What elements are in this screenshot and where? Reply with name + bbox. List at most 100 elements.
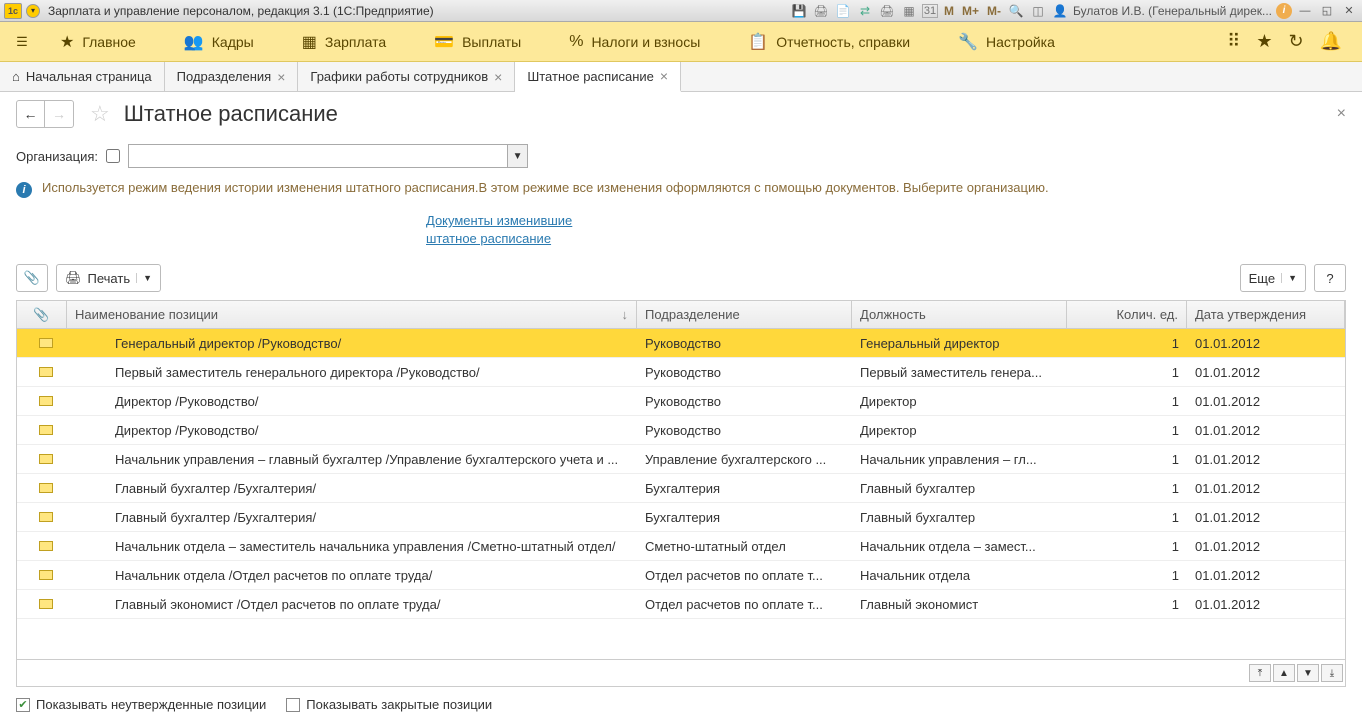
cell-dept: Руководство — [637, 365, 852, 380]
titlebar-dropdown-icon[interactable]: ▾ — [26, 4, 40, 18]
menu-taxes[interactable]: % Налоги и взносы — [545, 33, 724, 51]
org-select[interactable]: ▼ — [128, 144, 528, 168]
cell-qty: 1 — [1067, 423, 1187, 438]
menu-settings[interactable]: 🔧 Настройка — [934, 32, 1079, 52]
table-icon: ▦ — [302, 32, 317, 52]
more-button[interactable]: Еще ▼ — [1240, 264, 1306, 292]
cell-date: 01.01.2012 — [1187, 597, 1345, 612]
col-date-header[interactable]: Дата утверждения — [1187, 301, 1345, 328]
apps-grid-icon[interactable]: ⠿ — [1227, 31, 1240, 52]
close-icon[interactable]: × — [277, 69, 285, 85]
cell-dept: Отдел расчетов по оплате т... — [637, 568, 852, 583]
compare-icon[interactable]: ⇄ — [856, 3, 874, 19]
nav-down-button[interactable]: ▼ — [1297, 664, 1319, 682]
org-input[interactable] — [129, 145, 507, 167]
nav-forward-button[interactable]: → — [45, 101, 73, 127]
history-icon[interactable]: ↻ — [1288, 31, 1303, 52]
favorite-star-icon[interactable]: ★ — [1256, 31, 1272, 52]
toolbar: 📎 🖨 Печать ▼ Еще ▼ ? — [16, 264, 1346, 292]
nav-up-button[interactable]: ▲ — [1273, 664, 1295, 682]
table-row[interactable]: Начальник отдела – заместитель начальник… — [17, 532, 1345, 561]
m-button[interactable]: M — [942, 4, 956, 18]
col-name-header[interactable]: Наименование позиции — [67, 301, 637, 328]
tab-staffing[interactable]: Штатное расписание × — [515, 62, 681, 92]
col-dept-header[interactable]: Подразделение — [637, 301, 852, 328]
data-table: 📎 Наименование позиции Подразделение Дол… — [16, 300, 1346, 687]
print-icon[interactable]: 🖨 — [812, 3, 830, 19]
save-icon[interactable]: 💾 — [790, 3, 808, 19]
table-header: 📎 Наименование позиции Подразделение Дол… — [17, 301, 1345, 329]
panels-icon[interactable]: ◫ — [1029, 3, 1047, 19]
close-page-button[interactable]: × — [1337, 105, 1346, 123]
user-name[interactable]: Булатов И.В. (Генеральный дирек... — [1073, 4, 1272, 18]
print-label: Печать — [88, 271, 131, 286]
table-row[interactable]: Генеральный директор /Руководство/ Руков… — [17, 329, 1345, 358]
col-pos-header[interactable]: Должность — [852, 301, 1067, 328]
calendar-icon[interactable]: 31 — [922, 4, 938, 18]
minimize-button[interactable]: — — [1296, 3, 1314, 19]
m-minus-button[interactable]: M- — [985, 4, 1003, 18]
cell-qty: 1 — [1067, 597, 1187, 612]
show-closed-check[interactable]: Показывать закрытые позиции — [286, 697, 492, 712]
show-closed-label: Показывать закрытые позиции — [306, 697, 492, 712]
chevron-down-icon[interactable]: ▼ — [507, 145, 527, 167]
table-body[interactable]: Генеральный директор /Руководство/ Руков… — [17, 329, 1345, 659]
zoom-icon[interactable]: 🔍 — [1007, 3, 1025, 19]
home-icon: ⌂ — [12, 69, 20, 84]
table-row[interactable]: Директор /Руководство/ Руководство Дирек… — [17, 387, 1345, 416]
col-qty-header[interactable]: Колич. ед. — [1067, 301, 1187, 328]
hamburger-menu-icon[interactable]: ☰ — [8, 28, 36, 56]
cell-pos: Первый заместитель генера... — [852, 365, 1067, 380]
docs-link-line2[interactable]: штатное расписание — [426, 231, 551, 246]
table-row[interactable]: Начальник управления – главный бухгалтер… — [17, 445, 1345, 474]
close-icon[interactable]: × — [494, 69, 502, 85]
cell-date: 01.01.2012 — [1187, 394, 1345, 409]
print-button[interactable]: 🖨 Печать ▼ — [56, 264, 161, 292]
attach-button[interactable]: 📎 — [16, 264, 48, 292]
grid-icon[interactable]: ▦ — [900, 3, 918, 19]
org-checkbox[interactable] — [106, 149, 120, 163]
table-row[interactable]: Директор /Руководство/ Руководство Дирек… — [17, 416, 1345, 445]
bell-icon[interactable]: 🔔 — [1320, 31, 1342, 52]
content-area: ← → ☆ Штатное расписание × Организация: … — [0, 92, 1362, 720]
tab-home[interactable]: ⌂ Начальная страница — [0, 62, 165, 91]
more-label: Еще — [1249, 271, 1275, 286]
maximize-button[interactable]: ◱ — [1318, 3, 1336, 19]
cell-pos: Директор — [852, 423, 1067, 438]
cell-name: Главный бухгалтер /Бухгалтерия/ — [67, 481, 637, 496]
menu-salary[interactable]: ▦ Зарплата — [278, 32, 410, 52]
toolbar-right: Еще ▼ ? — [1240, 264, 1346, 292]
cell-pos: Начальник отдела — [852, 568, 1067, 583]
cell-pos: Главный бухгалтер — [852, 510, 1067, 525]
info-badge-icon[interactable]: i — [1276, 3, 1292, 19]
cell-name: Главный экономист /Отдел расчетов по опл… — [67, 597, 637, 612]
close-icon[interactable]: × — [660, 68, 668, 84]
nav-back-button[interactable]: ← — [17, 101, 45, 127]
table-row[interactable]: Начальник отдела /Отдел расчетов по опла… — [17, 561, 1345, 590]
col-attach-header[interactable]: 📎 — [17, 301, 67, 328]
tab-departments[interactable]: Подразделения × — [165, 62, 299, 91]
tab-schedules[interactable]: Графики работы сотрудников × — [298, 62, 515, 91]
menu-main[interactable]: ★ Главное — [36, 32, 160, 52]
close-window-button[interactable]: ✕ — [1340, 3, 1358, 19]
help-button[interactable]: ? — [1314, 264, 1346, 292]
m-plus-button[interactable]: M+ — [960, 4, 981, 18]
nav-first-button[interactable]: ⤒ — [1249, 664, 1271, 682]
table-row[interactable]: Главный бухгалтер /Бухгалтерия/ Бухгалте… — [17, 474, 1345, 503]
cell-date: 01.01.2012 — [1187, 539, 1345, 554]
info-icon: i — [16, 182, 32, 198]
clipboard-icon: 📋 — [748, 32, 768, 52]
docs-link-line1[interactable]: Документы изменившие — [426, 213, 572, 228]
menu-payments[interactable]: 💳 Выплаты — [410, 32, 545, 52]
table-row[interactable]: Главный экономист /Отдел расчетов по опл… — [17, 590, 1345, 619]
cell-dept: Отдел расчетов по оплате т... — [637, 597, 852, 612]
favorite-outline-icon[interactable]: ☆ — [90, 101, 110, 127]
menu-personnel[interactable]: 👥 Кадры — [160, 32, 278, 52]
table-row[interactable]: Главный бухгалтер /Бухгалтерия/ Бухгалте… — [17, 503, 1345, 532]
nav-last-button[interactable]: ⤓ — [1321, 664, 1343, 682]
print2-icon[interactable]: 🖨 — [878, 3, 896, 19]
table-row[interactable]: Первый заместитель генерального директор… — [17, 358, 1345, 387]
doc-icon[interactable]: 📄 — [834, 3, 852, 19]
show-unapproved-check[interactable]: ✔ Показывать неутвержденные позиции — [16, 697, 266, 712]
menu-reports[interactable]: 📋 Отчетность, справки — [724, 32, 934, 52]
